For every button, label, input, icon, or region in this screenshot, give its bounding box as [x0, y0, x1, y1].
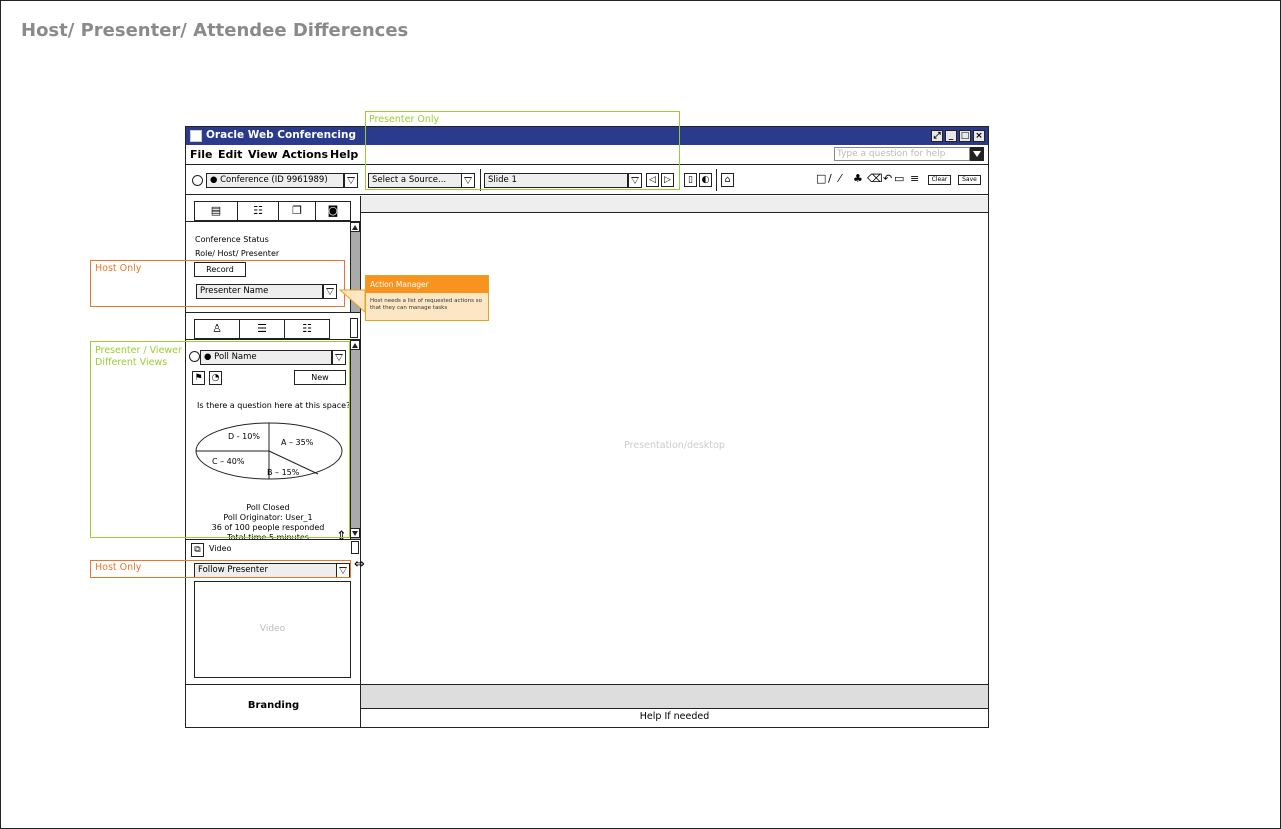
snapshot-icon[interactable]: ⌂: [721, 173, 734, 187]
presenter-viewer-annotation: Presenter / Viewer Different Views: [90, 341, 350, 538]
help-dropdown-button[interactable]: [970, 147, 984, 161]
role-label: Role/ Host/ Presenter: [195, 249, 280, 258]
scroll-down-icon[interactable]: [350, 528, 360, 538]
branding-label: Branding: [247, 700, 300, 711]
record-dot-icon: ●: [210, 175, 221, 185]
host-only-label: Host Only: [95, 263, 142, 274]
menu-actions[interactable]: Actions: [282, 148, 328, 161]
camera-icon: ◙: [327, 204, 339, 217]
tab-slides[interactable]: ▤: [194, 201, 238, 221]
poll-scrollbar[interactable]: [350, 340, 360, 539]
scroll-up-icon[interactable]: [350, 222, 360, 232]
presenter-only-label: Presenter Only: [369, 114, 440, 125]
people-icon: ☷: [253, 204, 263, 217]
tab-participants[interactable]: ♙: [194, 319, 240, 339]
conference-select-value: Conference (ID 9961989): [220, 175, 328, 185]
host-only-label: Host Only: [95, 562, 142, 573]
slides-icon: ▤: [210, 204, 222, 217]
line-tool-icon[interactable]: ⁄: [839, 173, 841, 185]
eraser-tool-icon[interactable]: ⌫: [867, 173, 883, 185]
tab-chat[interactable]: ☰: [239, 319, 285, 339]
save-button[interactable]: Save: [958, 175, 981, 185]
minimize-button[interactable]: _: [945, 130, 957, 142]
video-placeholder: Video: [259, 624, 286, 634]
menu-file[interactable]: File: [190, 148, 213, 161]
menu-view[interactable]: View: [248, 148, 278, 161]
pin-button[interactable]: ⤢: [931, 130, 943, 142]
video-area: Video: [194, 581, 351, 678]
window-title: Oracle Web Conferencing: [206, 129, 356, 141]
divider: [186, 221, 361, 222]
rectangle-tool-icon[interactable]: □: [816, 173, 826, 185]
help-search-input[interactable]: Type a question for help: [834, 147, 970, 161]
documents-icon: ❐: [292, 204, 302, 217]
presentation-placeholder: Presentation/desktop: [624, 440, 725, 451]
callout-title: Action Manager: [366, 276, 488, 293]
close-button[interactable]: ×: [973, 130, 985, 142]
person-icon: ♙: [212, 322, 222, 335]
chat-icon: ☰: [257, 322, 267, 335]
conference-status-title: Conference Status: [195, 235, 269, 244]
presentation-header: [361, 196, 988, 213]
shapes-tool-icon[interactable]: ♣: [853, 173, 863, 185]
help-text: Help If needed: [639, 711, 710, 722]
different-views-label: Different Views: [95, 357, 168, 368]
pen-tool-icon[interactable]: /: [828, 173, 832, 185]
maximize-button[interactable]: □: [959, 130, 971, 142]
poll-icon: ☷: [302, 322, 312, 335]
audio-icon[interactable]: ◐: [699, 173, 712, 187]
presentation-area[interactable]: Presentation/desktop: [361, 196, 988, 684]
tab-camera[interactable]: ◙: [315, 201, 351, 221]
branding-area: Branding: [186, 685, 361, 727]
video-panel-icon: ⧉: [191, 543, 204, 557]
clear-button[interactable]: Clear: [928, 175, 951, 185]
host-only-annotation: Host Only: [90, 560, 351, 578]
action-manager-callout: Action Manager Host needs a list of requ…: [365, 275, 489, 321]
scroll-up-icon[interactable]: [350, 340, 360, 350]
divider: [186, 312, 361, 313]
conference-radio[interactable]: [192, 175, 203, 186]
menu-edit[interactable]: Edit: [218, 148, 242, 161]
slide-view-icon[interactable]: ▯: [684, 173, 697, 187]
status-bar: [361, 685, 988, 709]
conference-select[interactable]: ● Conference (ID 9961989): [206, 173, 344, 188]
host-only-annotation: Host Only: [90, 260, 345, 307]
menu-help[interactable]: Help: [330, 148, 358, 161]
page-title: Host/ Presenter/ Attendee Differences: [21, 20, 409, 41]
callout-body: Host needs a list of requested actions s…: [370, 298, 482, 311]
tab-documents[interactable]: ❐: [278, 201, 316, 221]
tab-poll[interactable]: ☷: [284, 319, 330, 339]
highlight-tool-icon[interactable]: ≡: [910, 173, 919, 185]
conference-select-arrow[interactable]: [344, 173, 358, 188]
video-collapse-icon[interactable]: [351, 541, 359, 554]
app-logo: [190, 130, 202, 142]
callout-pointer: [338, 289, 366, 314]
divider: [186, 539, 361, 540]
tab-attendees[interactable]: ☷: [237, 201, 279, 221]
divider: [186, 339, 361, 340]
callout-tool-icon[interactable]: ▭: [894, 173, 904, 185]
toolbar-divider: [716, 169, 717, 191]
undo-icon[interactable]: ↶: [883, 173, 892, 185]
presenter-viewer-label: Presenter / Viewer: [95, 345, 182, 356]
video-label: Video: [209, 544, 232, 553]
